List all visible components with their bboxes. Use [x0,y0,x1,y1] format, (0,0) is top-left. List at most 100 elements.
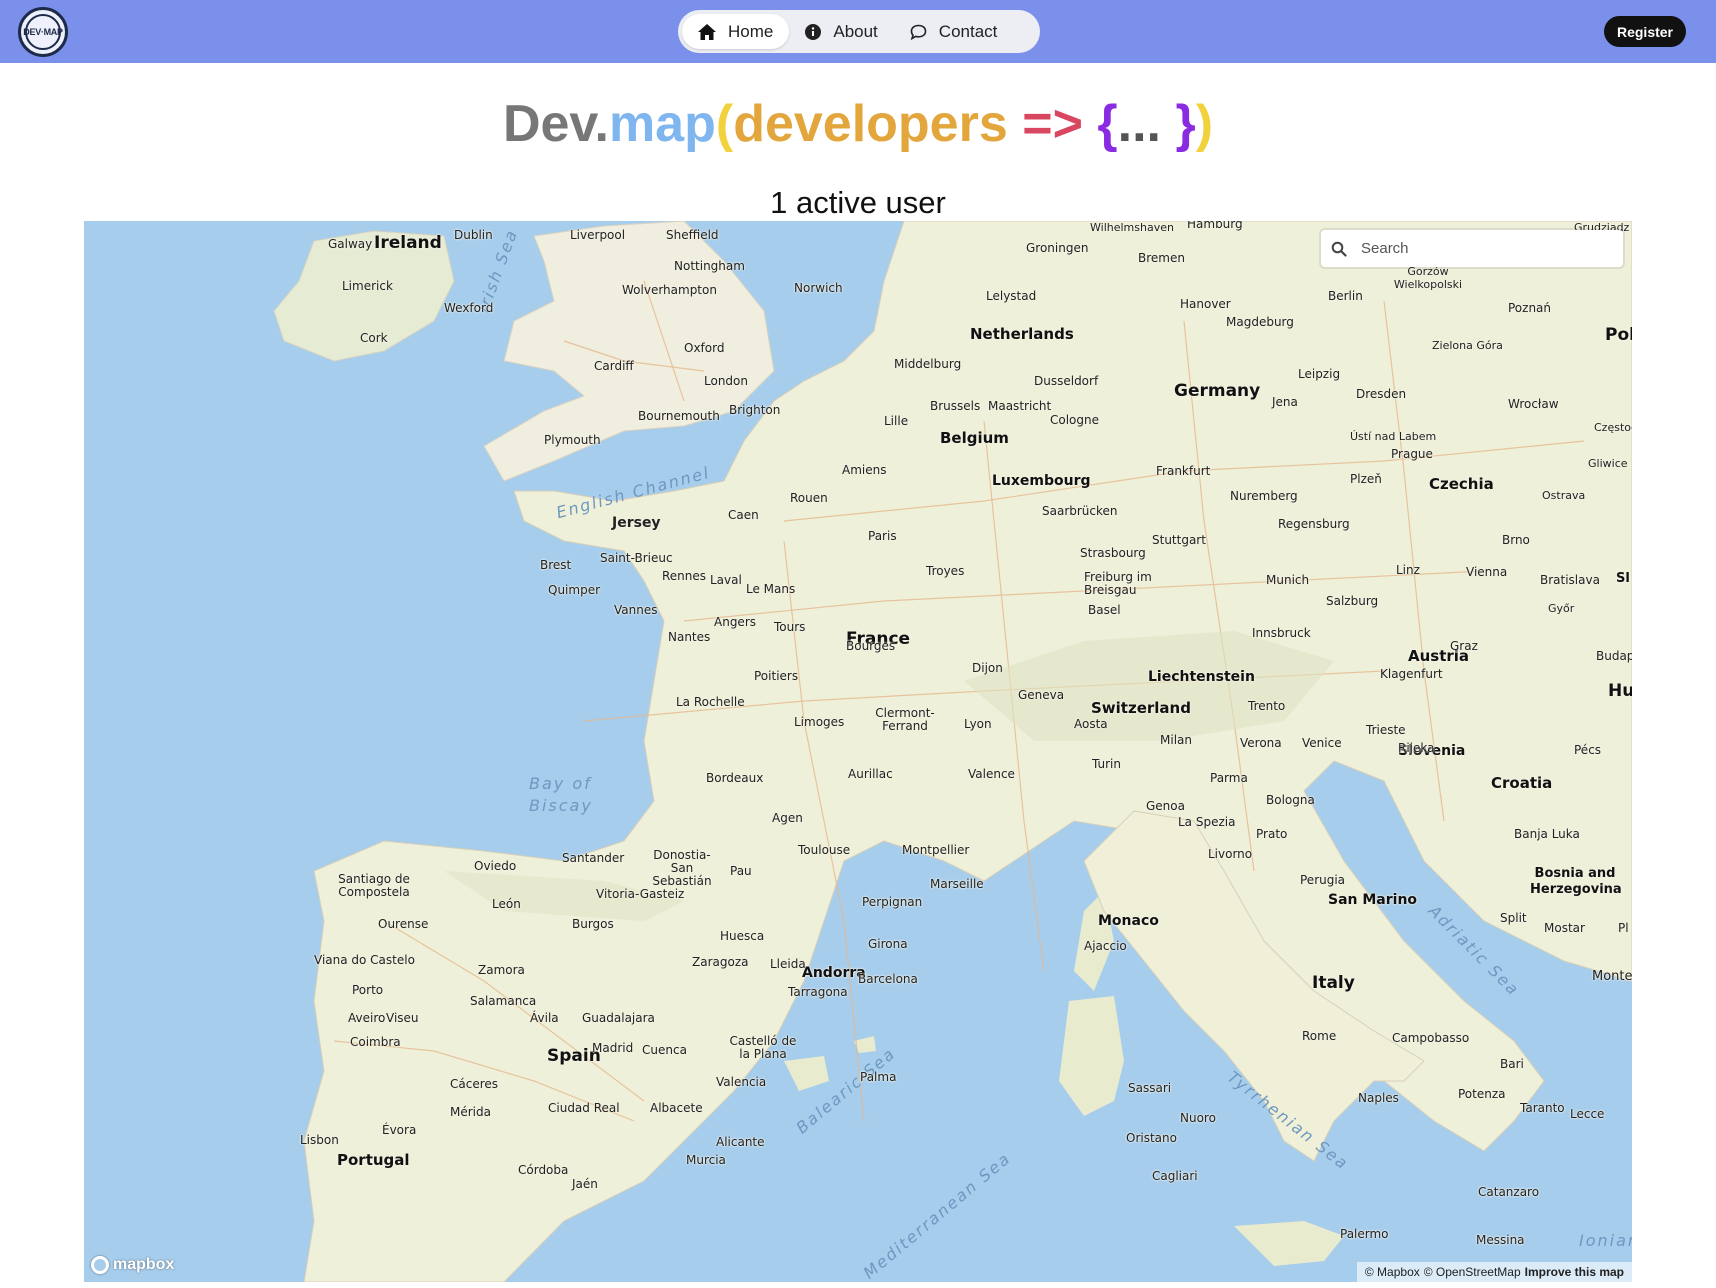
map-label-city: Donostia-San Sebastián [652,848,712,888]
map-search-input[interactable] [1361,240,1601,257]
improve-map-link[interactable]: Improve this map [1525,1265,1624,1279]
map-label-city: Prague [1391,447,1433,461]
map-label-edge-hu: Hu [1608,681,1632,701]
nav-home[interactable]: Home [682,14,790,49]
map-label-city: Santander [562,851,625,865]
map-label-city: Lyon [964,717,992,731]
map-label-city: Viana do Castelo [314,953,415,967]
map-label-city: Amiens [842,463,887,477]
map-label-city: Saarbrücken [1042,504,1118,518]
map-label-city: Taranto [1520,1101,1565,1115]
map-label-city: Quimper [548,583,601,597]
map-label-city: Agen [772,811,803,825]
title-dots: ... [1117,95,1176,153]
map-label-city: Dresden [1356,387,1407,401]
title-close-paren: ) [1195,95,1214,153]
map-label-city: Wexford [444,301,494,315]
map-label-city: Potenza [1458,1087,1506,1101]
nav-contact[interactable]: Contact [894,14,1014,49]
map-label-city: Leipzig [1298,367,1341,381]
map-label-city: Nantes [668,630,711,644]
map-label-city: Bournemouth [638,409,720,423]
map-label-city: Saint-Brieuc [600,551,673,565]
map-label-city: Ostrava [1542,489,1586,502]
map-label-city: Graz [1450,639,1478,653]
map-label-bosnia: Bosnia and Herzegovina [1530,866,1622,897]
register-button[interactable]: Register [1604,16,1686,47]
map-label-city: Nuremberg [1230,489,1298,503]
map-label-city: Regensburg [1278,517,1350,531]
map-label-portugal: Portugal [337,1151,410,1169]
map-label-city: Girona [868,937,908,951]
map-label-city: Valencia [716,1075,767,1089]
map-label-city: Le Mans [746,582,796,596]
map-label-city: Paris [868,529,897,543]
nav-about[interactable]: About [789,14,893,49]
map-label-city: Freiburg im Breisgau [1084,570,1152,597]
map-label-city: Nottingham [674,259,745,273]
attrib-mapbox-link[interactable]: © Mapbox [1365,1265,1420,1279]
map-label-city: Coimbra [350,1035,401,1049]
map-label-city: Basel [1088,603,1121,617]
map-label-city: Cagliari [1152,1169,1198,1183]
map-label-city: Évora [382,1123,417,1137]
map-label-city: Catanzaro [1478,1185,1540,1199]
map-label-city: Aurillac [848,767,893,781]
map-label-city: Marseille [930,877,984,891]
map-label-city: Limerick [342,279,393,293]
map-label-city: Poitiers [754,669,799,683]
nav-home-label: Home [728,21,774,41]
map-label-city: Brest [540,558,572,572]
map-search[interactable] [1321,230,1623,267]
map-label-city: Rennes [662,569,707,583]
mapbox-logo[interactable]: mapbox [91,1256,174,1274]
map-label-city: Cardiff [594,359,634,373]
map-label-city: Wilhelmshaven [1090,221,1174,234]
map-label-city: Parma [1210,771,1248,785]
map-label-italy: Italy [1312,973,1355,993]
chat-bubble-icon [910,24,927,40]
map-label-city: Ciudad Real [548,1101,620,1115]
map-label-city: Bourges [846,639,896,653]
map-label-city: Trento [1248,699,1286,713]
map-label-city: Munich [1266,573,1310,587]
map-label-san-marino: San Marino [1328,892,1418,908]
map-label-city: Troyes [926,564,965,578]
map-label-city: Aosta [1074,717,1108,731]
logo-text: DEV·MAP [23,27,63,37]
map-label-city: Naples [1358,1091,1399,1105]
attrib-osm-link[interactable]: © OpenStreetMap [1424,1265,1521,1279]
map-label-city: Livorno [1208,847,1253,861]
map-label-city: Split [1500,911,1527,925]
map-label-city: Oxford [684,341,725,355]
map-label-city: Pau [730,864,752,878]
map-label-city: Tarragona [788,985,848,999]
map-label-city: Bari [1500,1057,1524,1071]
title-arrow: => [1007,95,1098,153]
map-label-city: Berlin [1328,289,1363,303]
map-label-city: Vitoria-Gasteiz [596,887,685,901]
map-label-city: Murcia [686,1153,726,1167]
map-label-ireland: Ireland [374,233,442,253]
map-label-city: Innsbruck [1252,626,1311,640]
map-label-city: Hanover [1180,297,1231,311]
map-label-city: Milan [1160,733,1192,747]
title-open-brace: { [1097,95,1118,153]
map-label-city: Montpellier [902,843,970,857]
map-canvas[interactable]: Ireland Netherlands Germany Belgium Luxe… [84,221,1632,1282]
devmap-logo[interactable]: DEV·MAP [18,7,68,57]
map-label-city: Bratislava [1540,573,1600,587]
globe-icon: DEV·MAP [23,14,63,50]
search-icon [1331,241,1347,257]
map-label-city: Huesca [720,929,765,943]
nav-contact-label: Contact [938,21,998,41]
map-label-city: Laval [710,573,742,587]
map-label-bay-of-biscay: Bay of Biscay [529,774,593,815]
map-label-city: Brno [1502,533,1530,547]
map-attribution: © Mapbox © OpenStreetMap Improve this ma… [1356,1262,1632,1282]
map-label-city: Cork [360,331,388,345]
map-label-city: Campobasso [1392,1031,1470,1045]
map-label-city: London [704,374,748,388]
map-label-city: Lleida [770,957,806,971]
map-label-city: Wolverhampton [622,283,717,297]
